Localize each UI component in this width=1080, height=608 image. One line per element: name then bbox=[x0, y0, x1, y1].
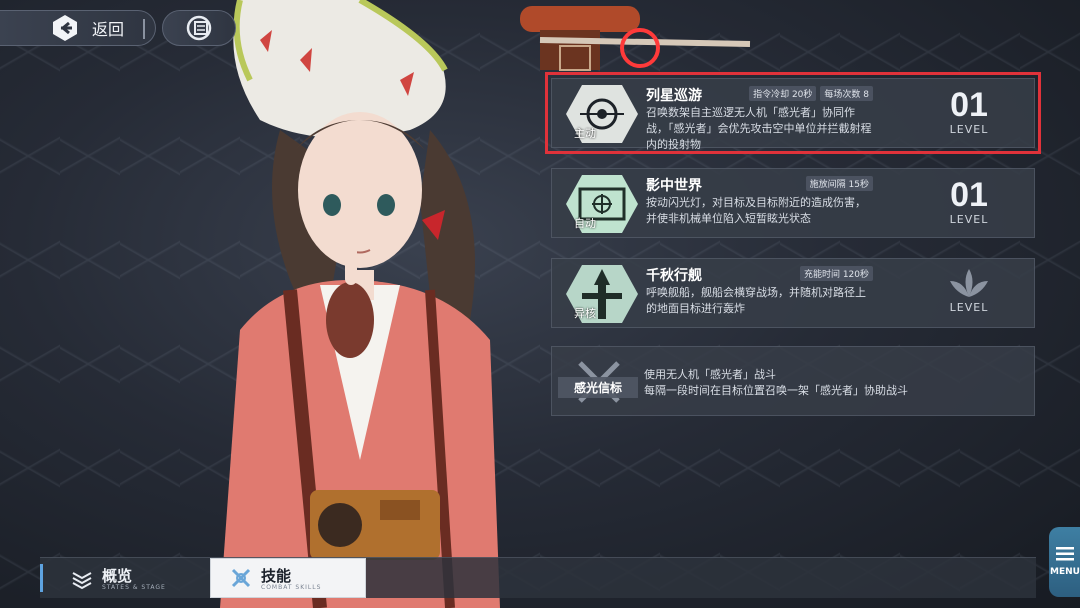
tab-overview-label: 概览 bbox=[102, 567, 133, 585]
drone-illustration bbox=[520, 6, 751, 71]
back-arrow-icon bbox=[53, 15, 77, 41]
level-label: LEVEL bbox=[949, 123, 989, 136]
skill-icon-frame: 主动 bbox=[562, 83, 642, 145]
skill-description: 呼唤舰船，舰船会横穿战场，并随机对路径上的地面目标进行轰炸 bbox=[646, 286, 866, 315]
level-number: 01 bbox=[950, 86, 988, 124]
tab-overview[interactable]: 概览 STATES & STAGE bbox=[64, 558, 214, 598]
menu-label: MENU bbox=[1050, 567, 1080, 577]
skill-card-2[interactable]: 自动 影中世界 施放间隔 15秒 按动闪光灯，对目标及目标附近的造成伤害，并使非… bbox=[551, 168, 1035, 238]
bar-accent bbox=[40, 564, 43, 592]
skill-name: 影中世界 bbox=[646, 178, 702, 194]
skills-icon bbox=[231, 568, 251, 588]
tab-skills-sub: COMBAT SKILLS bbox=[261, 584, 322, 591]
skill-card-1[interactable]: 主动 列星巡游 指令冷却 20秒 每场次数 8 召唤数架自主巡逻无人机「感光者」… bbox=[545, 72, 1041, 154]
passive-line-1: 使用无人机「感光者」战斗 bbox=[644, 368, 776, 381]
skill-icon-frame: 自动 bbox=[562, 173, 642, 235]
cooldown-badge: 指令冷却 20秒 bbox=[749, 86, 817, 101]
passive-line-2: 每隔一段时间在目标位置召唤一架「感光者」协助战斗 bbox=[644, 384, 908, 397]
passive-name: 感光信标 bbox=[558, 377, 638, 398]
level-box: LEVEL bbox=[924, 267, 1014, 314]
skill-name: 列星巡游 bbox=[646, 88, 702, 104]
back-label: 返回 bbox=[92, 20, 125, 39]
locked-leaf-icon bbox=[950, 269, 988, 297]
base-logo-icon bbox=[186, 15, 212, 41]
tab-skills[interactable]: 技能 COMBAT SKILLS bbox=[210, 558, 366, 598]
level-box: 01 LEVEL bbox=[924, 87, 1014, 136]
passive-card[interactable]: 感光信标 使用无人机「感光者」战斗 每隔一段时间在目标位置召唤一架「感光者」协助… bbox=[551, 346, 1035, 416]
level-number: 01 bbox=[950, 176, 988, 214]
skill-type-tag: 主动 bbox=[574, 127, 596, 140]
divider bbox=[143, 19, 145, 39]
level-label: LEVEL bbox=[949, 213, 989, 226]
menu-icon bbox=[1056, 547, 1074, 561]
charge-badge: 充能时间 120秒 bbox=[799, 266, 873, 281]
passive-description: 使用无人机「感光者」战斗 每隔一段时间在目标位置召唤一架「感光者」协助战斗 bbox=[644, 367, 908, 399]
skill-description: 按动闪光灯，对目标及目标附近的造成伤害，并使非机械单位陷入短暂眩光状态 bbox=[646, 196, 866, 225]
overview-icon bbox=[72, 572, 92, 590]
skill-icon-frame: 异核 bbox=[562, 263, 642, 325]
skill-type-tag: 异核 bbox=[574, 307, 596, 320]
level-box: 01 LEVEL bbox=[924, 177, 1014, 226]
uses-badge: 每场次数 8 bbox=[820, 86, 873, 101]
interval-badge: 施放间隔 15秒 bbox=[805, 176, 873, 191]
level-label: LEVEL bbox=[949, 301, 989, 314]
skill-card-3[interactable]: 异核 千秋行舰 充能时间 120秒 呼唤舰船，舰船会横穿战场，并随机对路径上的地… bbox=[551, 258, 1035, 328]
skill-name: 千秋行舰 bbox=[646, 268, 702, 284]
back-button[interactable]: 返回 bbox=[0, 10, 156, 46]
menu-button[interactable]: MENU bbox=[1049, 527, 1080, 597]
bottom-tab-bar: 概览 STATES & STAGE 技能 COMBAT SKILLS bbox=[40, 557, 1036, 598]
tab-overview-sub: STATES & STAGE bbox=[102, 584, 166, 591]
character-illustration bbox=[220, 0, 500, 608]
tab-skills-label: 技能 bbox=[261, 567, 292, 585]
home-button[interactable] bbox=[162, 10, 236, 46]
skill-description: 召唤数架自主巡逻无人机「感光者」协同作战，「感光者」会优先攻击空中单位并拦截射程… bbox=[646, 106, 872, 151]
skill-type-tag: 自动 bbox=[574, 217, 596, 230]
